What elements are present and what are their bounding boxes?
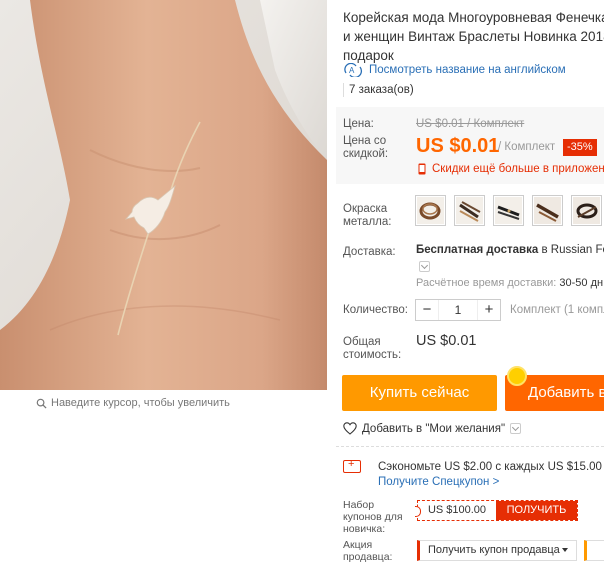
new-user-coupon: US $100.00 ПОЛУЧИТЬ	[415, 500, 578, 521]
color-label: Окраска металла:	[343, 203, 392, 228]
seller-coupon-select[interactable]: Получить купон продавца	[417, 540, 577, 561]
svg-text:A: A	[349, 66, 355, 75]
price-panel: Цена: US $0.01 / Комплект Цена со скидко…	[336, 107, 604, 184]
translate-title-link[interactable]: A Посмотреть название на английском	[343, 63, 566, 77]
quantity-input[interactable]: 1	[438, 300, 478, 320]
app-discount-text[interactable]: Скидки ещё больше в приложении	[432, 163, 604, 175]
zoom-hint: Наведите курсор, чтобы увеличить	[36, 397, 230, 409]
bracelet-photo	[0, 0, 327, 390]
delivery-estimate: Расчётное время доставки: 30-50 дн.	[416, 277, 604, 289]
buy-now-button[interactable]: Купить сейчас	[342, 375, 497, 411]
discount-badge: -35%	[563, 139, 597, 156]
discount-price-label: Цена со скидкой:	[343, 135, 389, 160]
bracelet-thumbnail	[417, 197, 444, 224]
shipping-label: Доставка:	[343, 246, 396, 258]
product-image[interactable]	[0, 0, 327, 390]
bracelet-thumbnail	[573, 197, 600, 224]
divider	[336, 446, 604, 447]
seller-promo-label: Акция продавца:	[343, 539, 393, 563]
color-swatch[interactable]	[532, 195, 563, 226]
orders-count: 7 заказа(ов)	[343, 80, 420, 100]
bracelet-thumbnail	[495, 197, 522, 224]
old-price: US $0.01 / Комплект	[416, 118, 525, 130]
special-coupon-link[interactable]: Получите Спецкупон >	[378, 476, 499, 488]
product-title-line: и женщин Винтаж Браслеты Новинка 2018	[343, 29, 604, 44]
total-price: US $0.01	[416, 333, 477, 349]
color-swatch[interactable]	[571, 195, 602, 226]
new-user-coupon-label: Набор купонов для новичка:	[343, 499, 403, 535]
quantity-unit-note: Комплект (1 компле	[510, 304, 604, 316]
quantity-decrease-button[interactable]: −	[416, 300, 438, 320]
magnifier-icon	[36, 398, 47, 409]
translate-title-text[interactable]: Посмотреть название на английском	[369, 64, 566, 76]
price-label: Цена:	[343, 118, 374, 130]
delivery-estimate-value: 30-50 дн.	[559, 277, 604, 289]
discount-price: US $0.01	[416, 135, 500, 157]
quantity-label: Количество:	[343, 304, 408, 316]
delivery-estimate-label: Расчётное время доставки:	[416, 277, 557, 289]
color-swatches	[415, 195, 602, 226]
quantity-increase-button[interactable]: +	[478, 300, 500, 320]
wishlist-link[interactable]: Добавить в "Мои желания"	[343, 422, 522, 435]
coin-icon	[507, 366, 527, 386]
price-unit: / Комплект	[498, 141, 556, 153]
color-swatch[interactable]	[415, 195, 446, 226]
app-discount-link[interactable]: Скидки ещё больше в приложении	[416, 163, 604, 175]
shipping-dropdown[interactable]	[419, 261, 430, 272]
color-swatch[interactable]	[454, 195, 485, 226]
shipping-carrier: в Russian Fede	[541, 244, 604, 256]
total-label: Общая стоимость:	[343, 336, 402, 361]
coupon-icon	[343, 458, 361, 473]
free-shipping-text: Бесплатная доставка	[416, 244, 539, 256]
coupon-savings-text: Сэкономьте US $2.00 с каждых US $15.00	[378, 461, 602, 473]
translate-icon: A	[344, 63, 363, 77]
wishlist-dropdown[interactable]	[510, 423, 522, 434]
bracelet-thumbnail	[534, 197, 561, 224]
get-coupon-button[interactable]: ПОЛУЧИТЬ	[496, 501, 577, 520]
phone-icon	[418, 163, 426, 175]
shipping-method: Бесплатная доставка в Russian Fede	[416, 244, 604, 256]
color-swatch[interactable]	[493, 195, 524, 226]
new-user-coupon-value: US $100.00	[427, 504, 487, 516]
wishlist-text[interactable]: Добавить в "Мои желания"	[362, 423, 505, 435]
quantity-stepper: − 1 +	[415, 299, 501, 321]
bracelet-thumbnail	[456, 197, 483, 224]
heart-icon	[343, 422, 357, 435]
seller-coupon-select-secondary[interactable]	[584, 540, 604, 561]
product-title: Корейская мода Многоуровневая Фенечка и …	[343, 8, 604, 65]
product-title-line: Корейская мода Многоуровневая Фенечка	[343, 10, 604, 25]
zoom-hint-text: Наведите курсор, чтобы увеличить	[51, 397, 230, 409]
